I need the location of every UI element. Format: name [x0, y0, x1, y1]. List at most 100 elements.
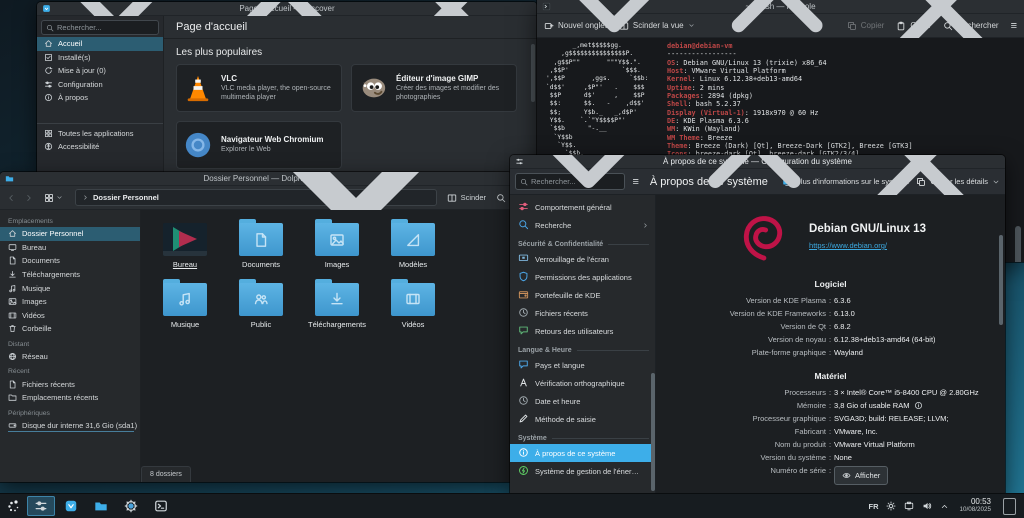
- debian-logo: [735, 209, 791, 267]
- launcher-swirl-icon: [5, 498, 21, 514]
- folder-item-public[interactable]: Public: [223, 278, 299, 330]
- info-icon: [914, 401, 923, 410]
- konsole-scrollbar[interactable]: [1015, 226, 1021, 262]
- konsole-titlebar[interactable]: ~ : bash — Konsole: [537, 0, 1024, 14]
- settings-item-portefeuille-de-kde[interactable]: Portefeuille de KDE: [510, 286, 655, 304]
- brightness-icon[interactable]: [886, 501, 896, 511]
- behavior-icon: [518, 201, 529, 212]
- show-desktop-button[interactable]: [1003, 498, 1016, 515]
- settings-item-date-et-heure[interactable]: Date et heure: [510, 392, 655, 410]
- task-konsole[interactable]: [147, 496, 175, 516]
- settings-item-syst-me-de-gestion-de-l-ner-[interactable]: Système de gestion de l'éner…: [510, 462, 655, 480]
- clock-icon: [518, 307, 529, 318]
- info-row-version-de-noyau: Version de noyau:6.12.38+deb13-amd64 (64…: [656, 333, 1005, 346]
- content-scrollbar[interactable]: [999, 235, 1003, 325]
- doc-icon: [253, 232, 269, 248]
- folder-item-bureau[interactable]: Bureau: [147, 218, 223, 270]
- folder-icon: [163, 283, 207, 316]
- expand-tray-icon[interactable]: [940, 502, 949, 511]
- folder-item-mod-les[interactable]: Modèles: [375, 218, 451, 270]
- discover-search-input[interactable]: Rechercher...: [41, 20, 159, 35]
- distro-url-link[interactable]: https://www.debian.org/: [809, 241, 887, 250]
- info-row-m-moire: Mémoire:3,8 Gio of usable RAM: [656, 399, 1005, 412]
- app-card-vlc[interactable]: VLCVLC media player, the open-source mul…: [176, 64, 342, 112]
- settings-titlebar[interactable]: À propos de ce système — Configuration d…: [510, 155, 1005, 169]
- place-item-emplacements-r-cents[interactable]: Emplacements récents: [0, 391, 140, 405]
- info-row-fabricant: Fabricant:VMware, Inc.: [656, 425, 1005, 438]
- app-card-navigateur-web-chromium[interactable]: Navigateur Web ChromiumExplorer le Web: [176, 121, 342, 169]
- searchball-icon: [518, 219, 529, 230]
- settings-content: Debian GNU/Linux 13 https://www.debian.o…: [656, 195, 1005, 497]
- settings-item--propos-de-ce-syst-me[interactable]: À propos de ce système: [510, 444, 655, 462]
- task-info-center[interactable]: [117, 496, 145, 516]
- disk-icon: [8, 421, 17, 430]
- discover-scrollbar[interactable]: [531, 44, 535, 102]
- copy-icon: [847, 21, 857, 31]
- dolphin-titlebar[interactable]: Dossier Personnel — Dolphin: [0, 172, 512, 186]
- task-system-settings[interactable]: [27, 496, 55, 516]
- place-item-bureau[interactable]: Bureau: [0, 241, 140, 255]
- settings-item-fichiers-r-cents[interactable]: Fichiers récents: [510, 304, 655, 322]
- search-icon: [46, 24, 54, 32]
- view-mode-button[interactable]: [44, 193, 63, 203]
- settings-item-comportement-g-n-ral[interactable]: Comportement général: [510, 198, 655, 216]
- keyboard-layout-indicator[interactable]: FR: [868, 502, 878, 511]
- folder-item-documents[interactable]: Documents: [223, 218, 299, 270]
- place-item-r-seau[interactable]: Réseau: [0, 350, 140, 364]
- folder-item-vid-os[interactable]: Vidéos: [375, 278, 451, 330]
- software-heading: Logiciel: [656, 279, 1005, 289]
- folder-icon: [315, 223, 359, 256]
- settings-section-header: Sécurité & Confidentialité: [518, 241, 649, 248]
- clock-icon: [518, 395, 529, 406]
- task-dolphin[interactable]: [87, 496, 115, 516]
- settings-item-recherche[interactable]: Recherche: [510, 216, 655, 234]
- place-item-vid-os[interactable]: Vidéos: [0, 309, 140, 323]
- task-discover[interactable]: [57, 496, 85, 516]
- place-item-documents[interactable]: Documents: [0, 254, 140, 268]
- sidebar-item-accessibilit-[interactable]: Accessibilité: [37, 140, 163, 154]
- app-card--diteur-d-image-gimp[interactable]: Éditeur d'image GIMPCréer des images et …: [351, 64, 517, 112]
- discover-window: Page d'accueil — Discover Rechercher... …: [37, 2, 537, 172]
- discover-titlebar[interactable]: Page d'accueil — Discover: [37, 2, 537, 16]
- settings-item-pays-et-langue[interactable]: Pays et langue: [510, 356, 655, 374]
- sidebar-scrollbar[interactable]: [651, 373, 655, 491]
- app-launcher-button[interactable]: [0, 494, 26, 518]
- download-icon: [8, 270, 17, 279]
- places-section-header: Périphériques: [0, 405, 140, 419]
- sidebar-item-toutes-les-applications[interactable]: Toutes les applications: [37, 127, 163, 141]
- folder-view[interactable]: BureauDocumentsImagesModèles MusiquePubli…: [141, 210, 512, 482]
- places-section-header: Emplacements: [0, 213, 140, 227]
- forward-icon[interactable]: [24, 193, 34, 203]
- settings-item-verrouillage-de-l-cran[interactable]: Verrouillage de l'écran: [510, 250, 655, 268]
- hardware-heading: Matériel: [656, 371, 1005, 381]
- back-icon[interactable]: [6, 193, 16, 203]
- copy-button[interactable]: Copier: [847, 21, 885, 31]
- place-item-fichiers-r-cents[interactable]: Fichiers récents: [0, 377, 140, 391]
- sidebar-item-accueil[interactable]: Accueil: [37, 37, 163, 51]
- sidebar-item-install-s-[interactable]: Installé(s): [37, 51, 163, 65]
- clipboard-manager-icon[interactable]: [904, 501, 914, 511]
- place-item-disque-dur-interne-31-6-gio-sda1-[interactable]: Disque dur interne 31,6 Gio (sda1): [0, 419, 140, 433]
- folder-item-musique[interactable]: Musique: [147, 278, 223, 330]
- place-item-corbeille[interactable]: Corbeille: [0, 322, 140, 336]
- place-item-images[interactable]: Images: [0, 295, 140, 309]
- image-icon: [8, 297, 17, 306]
- download-icon: [329, 291, 345, 307]
- settings-item-m-thode-de-saisie[interactable]: Méthode de saisie: [510, 410, 655, 428]
- folder-item-t-l-chargements[interactable]: Téléchargements: [299, 278, 375, 330]
- status-bar: 8 dossiers: [141, 466, 191, 482]
- chevron-down-icon: [56, 194, 63, 201]
- place-item-musique[interactable]: Musique: [0, 281, 140, 295]
- settings-item-permissions-des-applications[interactable]: Permissions des applications: [510, 268, 655, 286]
- place-item-t-l-chargements[interactable]: Téléchargements: [0, 268, 140, 282]
- show-serial-button[interactable]: Afficher: [834, 466, 888, 485]
- sidebar-item-configuration[interactable]: Configuration: [37, 78, 163, 92]
- folder-item-images[interactable]: Images: [299, 218, 375, 270]
- volume-icon[interactable]: [922, 501, 932, 511]
- settings-item-retours-des-utilisateurs[interactable]: Retours des utilisateurs: [510, 322, 655, 340]
- digital-clock[interactable]: 00:53 10/08/2025: [959, 498, 991, 514]
- settings-item-v-rification-orthographique[interactable]: Vérification orthographique: [510, 374, 655, 392]
- sidebar-item--propos[interactable]: À propos: [37, 91, 163, 105]
- place-item-dossier-personnel[interactable]: Dossier Personnel: [0, 227, 140, 241]
- sidebar-item-mise-jour-0-[interactable]: Mise à jour (0): [37, 64, 163, 78]
